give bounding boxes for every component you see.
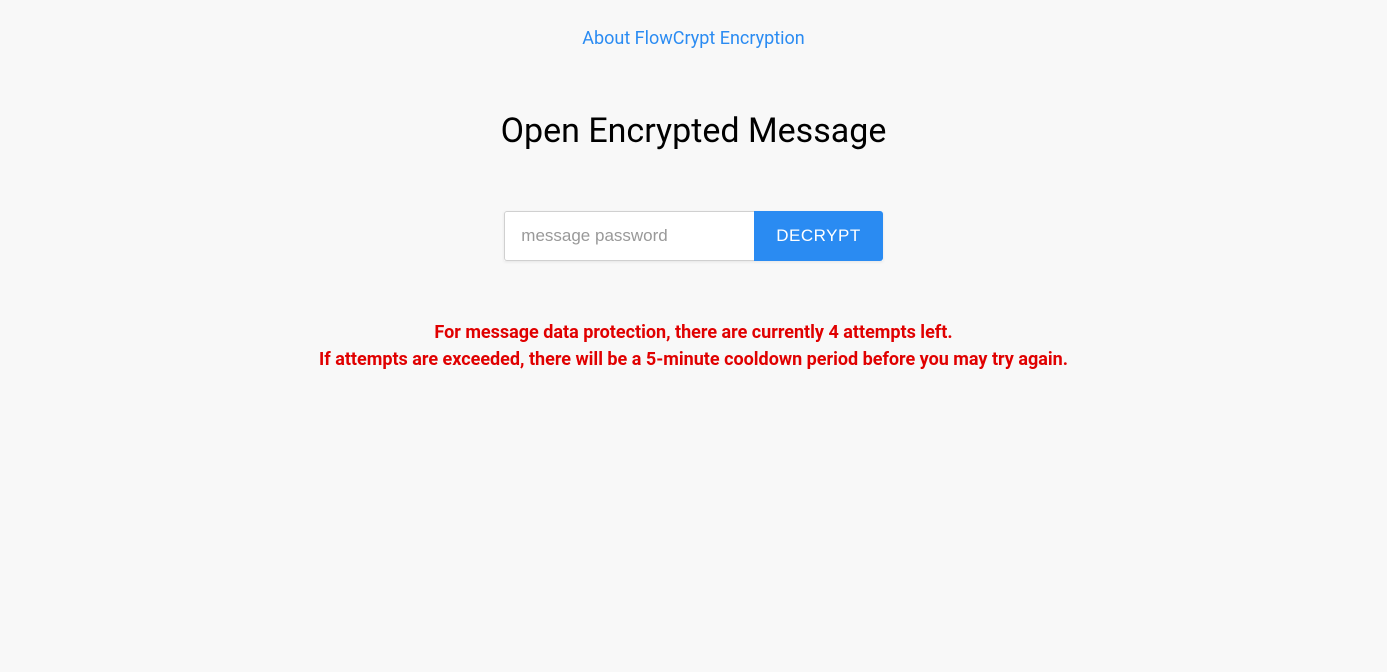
password-input[interactable]	[504, 211, 754, 261]
about-link[interactable]: About FlowCrypt Encryption	[582, 28, 804, 49]
page-title: Open Encrypted Message	[501, 111, 887, 151]
decrypt-button[interactable]: DECRYPT	[754, 211, 882, 261]
warning-message: For message data protection, there are c…	[319, 319, 1068, 373]
warning-line-1: For message data protection, there are c…	[319, 319, 1068, 346]
decrypt-form: DECRYPT	[504, 211, 882, 261]
main-container: About FlowCrypt Encryption Open Encrypte…	[0, 0, 1387, 373]
warning-line-2: If attempts are exceeded, there will be …	[319, 346, 1068, 373]
